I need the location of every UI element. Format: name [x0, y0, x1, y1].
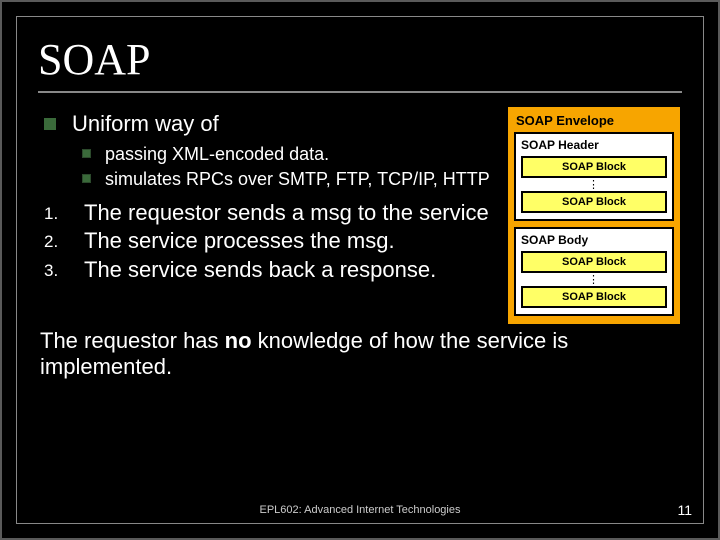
soap-envelope-box: SOAP Envelope SOAP Header SOAP Block ⋮ S… [506, 105, 682, 326]
square-bullet-icon [82, 149, 91, 158]
square-bullet-icon [82, 174, 91, 183]
soap-body-box: SOAP Body SOAP Block ⋮ SOAP Block [514, 227, 674, 316]
closing-pre: The requestor has [40, 328, 225, 353]
soap-block: SOAP Block [521, 286, 667, 308]
item-number: 1. [44, 200, 66, 224]
item-text: The requestor sends a msg to the service [84, 200, 489, 226]
soap-header-box: SOAP Header SOAP Block ⋮ SOAP Block [514, 132, 674, 221]
body-label: SOAP Body [521, 233, 667, 247]
text-content: Uniform way of passing XML-encoded data.… [38, 103, 494, 326]
item-number: 3. [44, 257, 66, 281]
numbered-list: 1. The requestor sends a msg to the serv… [44, 200, 494, 283]
item-text: The service sends back a response. [84, 257, 436, 283]
sub-bullet: simulates RPCs over SMTP, FTP, TCP/IP, H… [82, 168, 494, 191]
item-number: 2. [44, 228, 66, 252]
title-divider [38, 91, 682, 93]
soap-block: SOAP Block [521, 191, 667, 213]
envelope-label: SOAP Envelope [514, 111, 674, 132]
soap-block: SOAP Block [521, 156, 667, 178]
square-bullet-icon [44, 118, 56, 130]
bullet-text: Uniform way of [72, 111, 219, 137]
soap-block: SOAP Block [521, 251, 667, 273]
list-item: 1. The requestor sends a msg to the serv… [44, 200, 494, 226]
header-label: SOAP Header [521, 138, 667, 152]
bullet-uniform-way: Uniform way of [44, 111, 494, 137]
sub-bullet-text: passing XML-encoded data. [105, 143, 329, 166]
page-number: 11 [677, 502, 692, 518]
footer-text: EPL602: Advanced Internet Technologies [2, 504, 718, 516]
soap-envelope-diagram: SOAP Envelope SOAP Header SOAP Block ⋮ S… [506, 105, 682, 326]
list-item: 3. The service sends back a response. [44, 257, 494, 283]
ellipsis-icon: ⋮ [521, 277, 667, 283]
content-row: Uniform way of passing XML-encoded data.… [22, 103, 698, 326]
sub-bullet-list: passing XML-encoded data. simulates RPCs… [82, 143, 494, 190]
list-item: 2. The service processes the msg. [44, 228, 494, 254]
slide: SOAP Uniform way of passing XML-encoded … [0, 0, 720, 540]
item-text: The service processes the msg. [84, 228, 395, 254]
ellipsis-icon: ⋮ [521, 182, 667, 188]
sub-bullet-text: simulates RPCs over SMTP, FTP, TCP/IP, H… [105, 168, 490, 191]
closing-text: The requestor has no knowledge of how th… [40, 328, 682, 381]
slide-title: SOAP [38, 34, 698, 85]
sub-bullet: passing XML-encoded data. [82, 143, 494, 166]
closing-bold: no [225, 328, 252, 353]
